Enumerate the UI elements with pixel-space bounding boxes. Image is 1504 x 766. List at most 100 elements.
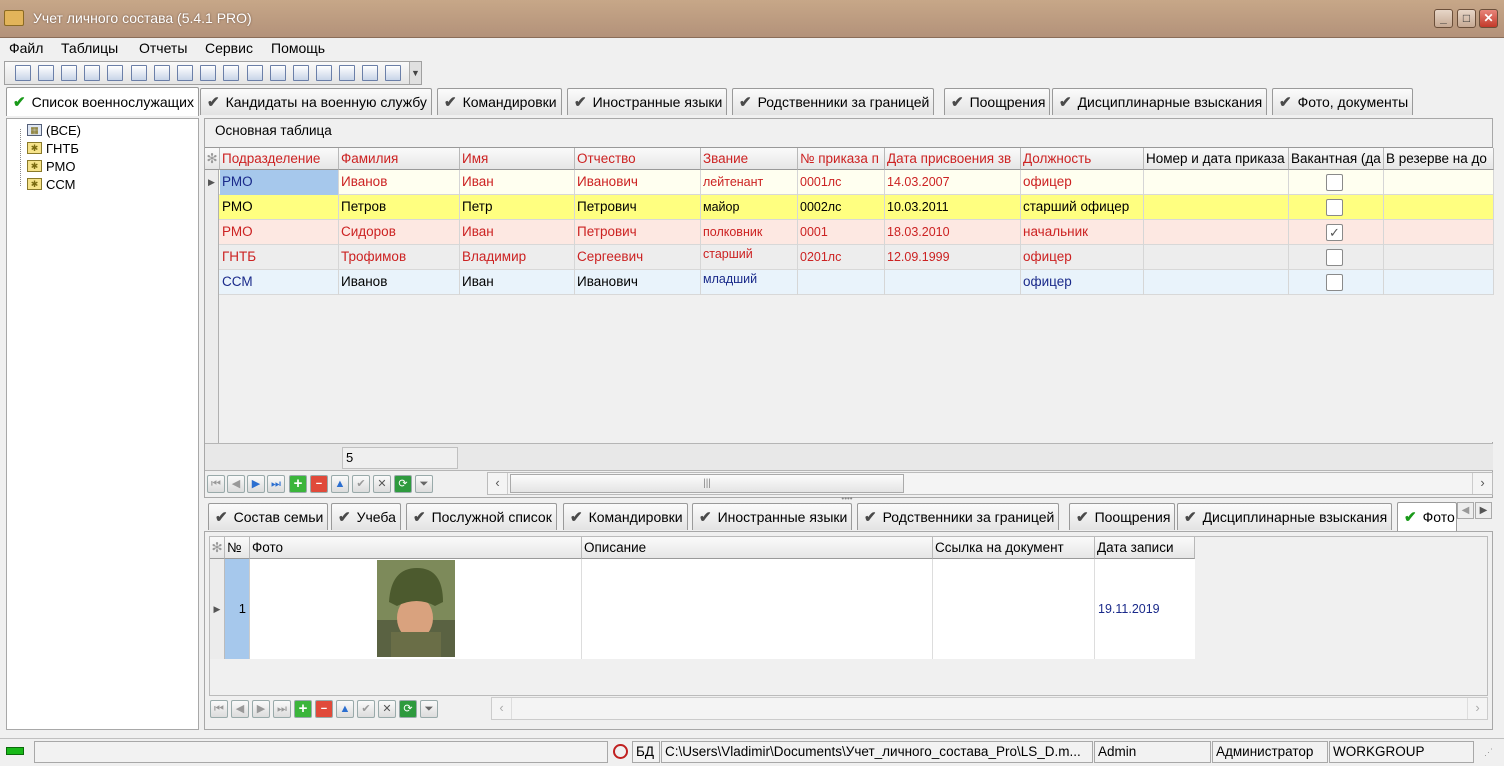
col-order-num[interactable]: № приказа п bbox=[798, 148, 885, 170]
scroll-thumb[interactable]: ||| bbox=[510, 474, 904, 493]
tab-trips[interactable]: ✔ Командировки bbox=[437, 88, 562, 115]
table-cell[interactable]: начальник bbox=[1021, 220, 1144, 245]
table-cell[interactable] bbox=[1144, 220, 1289, 245]
table-cell[interactable] bbox=[1144, 270, 1289, 295]
col-unit[interactable]: Подразделение bbox=[220, 148, 339, 170]
maximize-button[interactable]: □ bbox=[1457, 9, 1476, 28]
table-cell[interactable]: офицер bbox=[1021, 270, 1144, 295]
photo-edit-icon[interactable]: ▲ bbox=[336, 700, 354, 718]
table-cell[interactable]: Трофимов bbox=[339, 245, 460, 270]
scroll-right-icon[interactable]: › bbox=[1472, 473, 1492, 494]
toolbar-sort-icon[interactable] bbox=[84, 65, 100, 81]
tab-relatives-abroad[interactable]: ✔ Родственники за границей bbox=[732, 88, 935, 115]
col-reserve[interactable]: В резерве на до bbox=[1384, 148, 1494, 170]
table-cell[interactable]: 14.03.2007 bbox=[885, 170, 1021, 195]
reserve-cell[interactable] bbox=[1384, 270, 1494, 295]
menu-file[interactable]: Файл bbox=[7, 40, 45, 56]
col-order-num-date[interactable]: Номер и дата приказа bbox=[1144, 148, 1289, 170]
menu-reports[interactable]: Отчеты bbox=[137, 40, 189, 56]
col-rank-date[interactable]: Дата присвоения зв bbox=[885, 148, 1021, 170]
photo-first-icon[interactable]: ⏮ bbox=[210, 700, 228, 718]
col-patronymic[interactable]: Отчество bbox=[575, 148, 701, 170]
photo-refresh-icon[interactable]: ⟳ bbox=[399, 700, 417, 718]
table-row[interactable]: РМО Сидоров Иван Петрович полковник 0001 18.03… bbox=[205, 220, 1494, 245]
table-cell[interactable]: 18.03.2010 bbox=[885, 220, 1021, 245]
col-record-date[interactable]: Дата записи bbox=[1095, 537, 1195, 559]
table-row[interactable]: ССМ Иванов Иван Иванович младший офицер bbox=[205, 270, 1494, 295]
last-record-icon[interactable]: ⏭ bbox=[267, 475, 285, 493]
subtab-photo[interactable]: ✔ Фото bbox=[1397, 502, 1457, 531]
toolbar-undo-icon[interactable] bbox=[339, 65, 355, 81]
delete-record-icon[interactable]: − bbox=[310, 475, 328, 493]
toolbar-report-icon[interactable] bbox=[247, 65, 263, 81]
subtab-disciplinary[interactable]: ✔ Дисциплинарные взыскания bbox=[1177, 503, 1393, 530]
subtab-relatives-abroad[interactable]: ✔ Родственники за границей bbox=[857, 503, 1060, 530]
post-record-icon[interactable]: ✔ bbox=[352, 475, 370, 493]
photo-grid[interactable]: ✻ № Фото Описание Ссылка на документ Дат… bbox=[209, 536, 1488, 696]
table-cell[interactable]: Иванович bbox=[575, 270, 701, 295]
tab-candidates[interactable]: ✔ Кандидаты на военную службу bbox=[200, 88, 432, 115]
toolbar-print-icon[interactable] bbox=[362, 65, 378, 81]
menu-help[interactable]: Помощь bbox=[269, 40, 327, 56]
col-name[interactable]: Имя bbox=[460, 148, 575, 170]
reserve-cell[interactable] bbox=[1384, 220, 1494, 245]
refresh-icon[interactable]: ⟳ bbox=[394, 475, 412, 493]
photo-post-icon[interactable]: ✔ bbox=[357, 700, 375, 718]
table-cell[interactable]: ССМ bbox=[220, 270, 339, 295]
toolbar-grid-icon[interactable] bbox=[61, 65, 77, 81]
table-cell[interactable]: Владимир bbox=[460, 245, 575, 270]
first-record-icon[interactable]: ⏮ bbox=[207, 475, 225, 493]
splitter-handle[interactable]: •••• bbox=[836, 495, 858, 503]
tab-soldiers-list[interactable]: ✔ Список военнослужащих bbox=[6, 87, 199, 116]
toolbar-list-icon[interactable] bbox=[154, 65, 170, 81]
photo-row[interactable]: ▶ 1 19.11.2019 bbox=[210, 559, 1195, 659]
table-cell[interactable]: РМО bbox=[220, 170, 339, 195]
table-cell[interactable]: ГНТБ bbox=[220, 245, 339, 270]
vacant-checkbox[interactable]: ✓ bbox=[1326, 224, 1343, 241]
menu-tables[interactable]: Таблицы bbox=[59, 40, 120, 56]
table-cell[interactable]: лейтенант bbox=[701, 170, 798, 195]
photo-prev-icon[interactable]: ◀ bbox=[231, 700, 249, 718]
photo-add-icon[interactable]: + bbox=[294, 700, 312, 718]
table-cell[interactable] bbox=[798, 270, 885, 295]
table-cell[interactable]: Иван bbox=[460, 270, 575, 295]
table-cell[interactable]: Иванович bbox=[575, 170, 701, 195]
subtab-trips[interactable]: ✔ Командировки bbox=[563, 503, 688, 530]
scroll-left-icon[interactable]: ‹ bbox=[488, 473, 508, 494]
cancel-edit-icon[interactable]: ✕ bbox=[373, 475, 391, 493]
table-cell[interactable]: Сидоров bbox=[339, 220, 460, 245]
table-cell[interactable]: Иван bbox=[460, 220, 575, 245]
photo-delete-icon[interactable]: − bbox=[315, 700, 333, 718]
col-rank[interactable]: Звание bbox=[701, 148, 798, 170]
table-cell[interactable]: 0002лс bbox=[798, 195, 885, 220]
photo-scroll-right-icon[interactable]: › bbox=[1467, 698, 1487, 719]
toolbar-split-icon[interactable] bbox=[131, 65, 147, 81]
toolbar-export-icon[interactable] bbox=[177, 65, 193, 81]
photo-last-icon[interactable]: ⏭ bbox=[273, 700, 291, 718]
table-cell[interactable] bbox=[1144, 170, 1289, 195]
table-cell[interactable]: Сергеевич bbox=[575, 245, 701, 270]
photo-scroll-left-icon[interactable]: ‹ bbox=[492, 698, 512, 719]
table-cell[interactable]: Петр bbox=[460, 195, 575, 220]
col-position[interactable]: Должность bbox=[1021, 148, 1144, 170]
reserve-cell[interactable] bbox=[1384, 245, 1494, 270]
col-description[interactable]: Описание bbox=[582, 537, 933, 559]
tree-item-ssm[interactable]: ✱ ССМ bbox=[27, 175, 75, 193]
resize-grip-icon[interactable]: ⋰ bbox=[1484, 747, 1493, 758]
table-cell[interactable]: полковник bbox=[701, 220, 798, 245]
toolbar-clipboard-icon[interactable] bbox=[270, 65, 286, 81]
table-cell[interactable]: 0001 bbox=[798, 220, 885, 245]
reserve-cell[interactable] bbox=[1384, 195, 1494, 220]
table-cell[interactable]: офицер bbox=[1021, 170, 1144, 195]
tabs-scroll-right-icon[interactable]: ▶ bbox=[1475, 502, 1492, 519]
subtab-service-record[interactable]: ✔ Послужной список bbox=[406, 503, 557, 530]
tab-languages[interactable]: ✔ Иностранные языки bbox=[567, 88, 728, 115]
menu-service[interactable]: Сервис bbox=[203, 40, 255, 56]
table-cell[interactable]: Иванов bbox=[339, 270, 460, 295]
tabs-scroll-left-icon[interactable]: ◀ bbox=[1457, 502, 1474, 519]
table-cell[interactable] bbox=[1144, 195, 1289, 220]
toolbar-settings-icon[interactable] bbox=[107, 65, 123, 81]
toolbar-html-icon[interactable] bbox=[293, 65, 309, 81]
add-record-icon[interactable]: + bbox=[289, 475, 307, 493]
prev-record-icon[interactable]: ◀ bbox=[227, 475, 245, 493]
